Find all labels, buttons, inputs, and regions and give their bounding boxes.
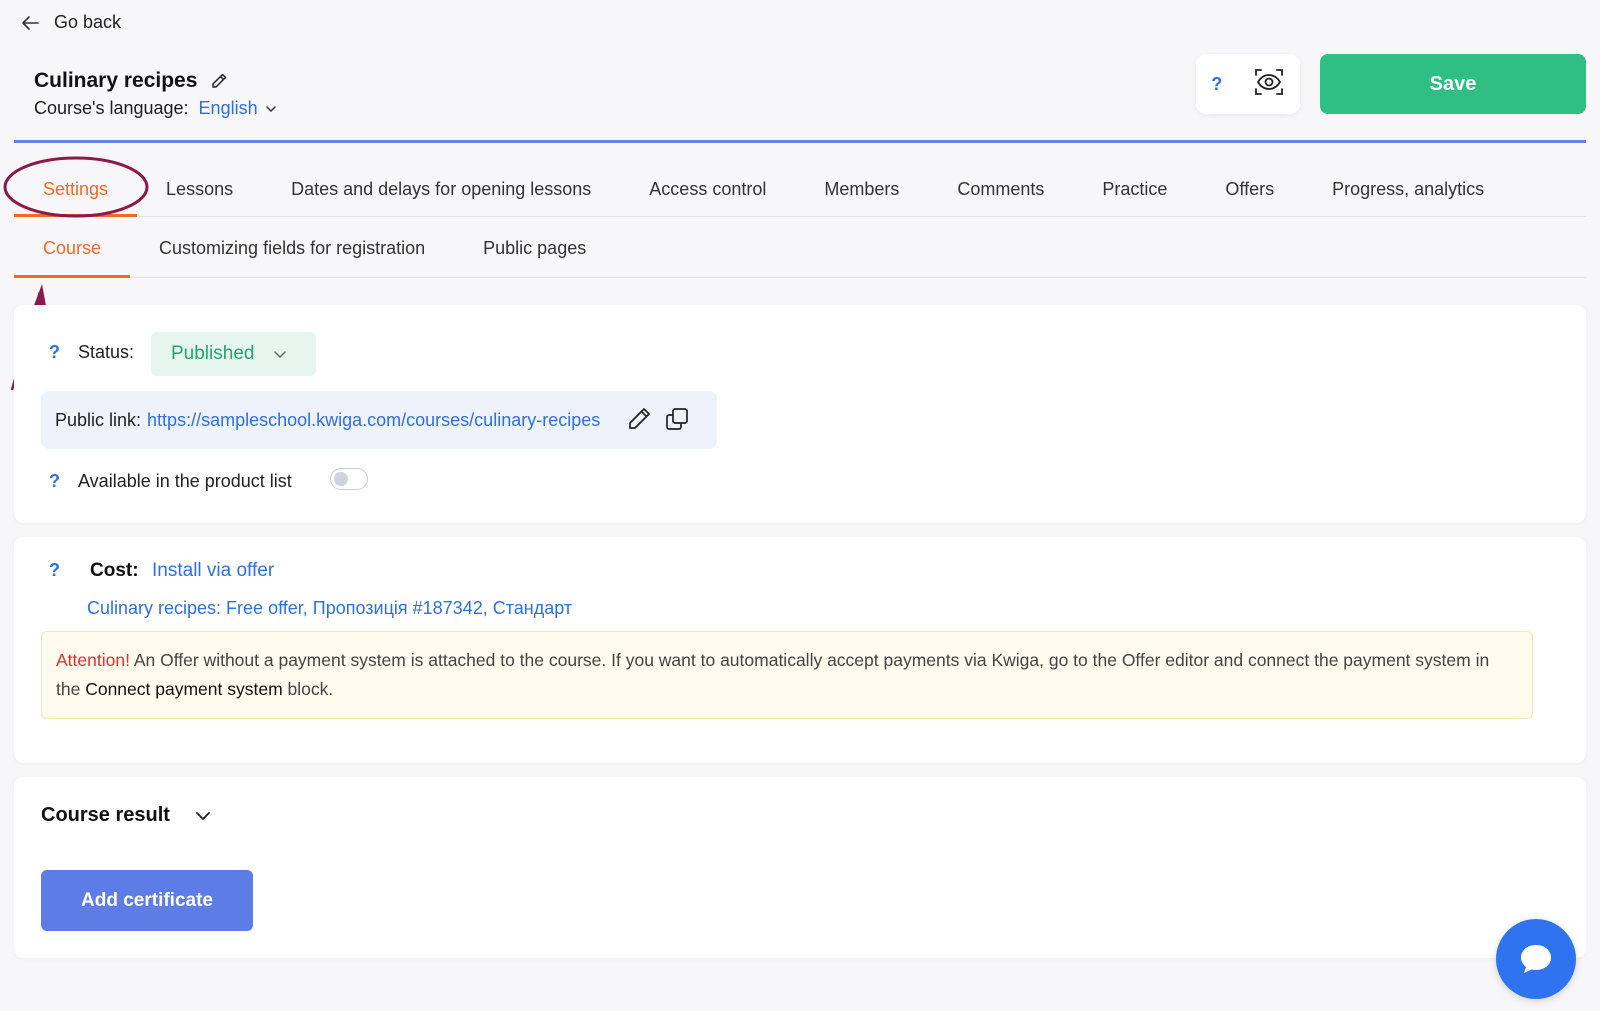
- add-certificate-button[interactable]: Add certificate: [41, 870, 253, 931]
- tab-practice[interactable]: Practice: [1073, 165, 1196, 217]
- toggle-knob: [334, 472, 348, 486]
- chevron-down-icon: [274, 351, 287, 359]
- warning-suffix: block.: [282, 679, 334, 699]
- public-link-label: Public link:: [55, 409, 142, 430]
- edit-link-icon[interactable]: [625, 405, 653, 433]
- page-title: Culinary recipes: [34, 69, 198, 92]
- main-tabs: Settings Lessons Dates and delays for op…: [14, 165, 1586, 217]
- tab-dates-delays[interactable]: Dates and delays for opening lessons: [262, 165, 620, 217]
- status-label: Status:: [78, 342, 135, 362]
- chevron-down-icon: [196, 811, 210, 820]
- go-back-link[interactable]: Go back: [20, 12, 121, 33]
- chat-widget-button[interactable]: [1496, 919, 1576, 999]
- eye-icon: [1254, 68, 1283, 95]
- available-label: Available in the product list: [78, 471, 292, 491]
- go-back-label: Go back: [54, 12, 122, 32]
- available-toggle[interactable]: [330, 468, 368, 490]
- copy-link-icon[interactable]: [663, 405, 691, 433]
- header-divider: [14, 140, 1586, 143]
- tab-members[interactable]: Members: [795, 165, 928, 217]
- install-via-offer-link[interactable]: Install via offer: [152, 560, 274, 582]
- public-link-url[interactable]: https://sampleschool.kwiga.com/courses/c…: [147, 410, 600, 431]
- status-help-icon[interactable]: ?: [49, 342, 60, 363]
- tab-progress-analytics[interactable]: Progress, analytics: [1303, 165, 1513, 217]
- status-card: ? Status: Published Public link: https:/…: [14, 305, 1586, 523]
- chevron-down-icon: [265, 105, 276, 112]
- cost-card: ? Cost: Install via offer Culinary recip…: [14, 537, 1586, 763]
- tab-lessons[interactable]: Lessons: [137, 165, 262, 217]
- cost-help-icon[interactable]: ?: [49, 560, 60, 581]
- language-select[interactable]: English: [199, 98, 278, 119]
- course-language-row: Course's language: English: [34, 98, 278, 119]
- tab-offers[interactable]: Offers: [1196, 165, 1303, 217]
- language-value: English: [198, 98, 258, 118]
- subtab-course[interactable]: Course: [14, 230, 131, 278]
- chat-bubble-icon: [1521, 945, 1551, 973]
- subtab-registration-fields[interactable]: Customizing fields for registration: [130, 230, 454, 278]
- header-tools: ?: [1196, 54, 1300, 114]
- course-result-toggle[interactable]: Course result: [41, 804, 212, 827]
- warning-prefix: Attention!: [56, 650, 130, 670]
- course-result-title: Course result: [41, 804, 170, 826]
- tab-comments[interactable]: Comments: [928, 165, 1073, 217]
- cost-label: Cost:: [90, 560, 139, 581]
- help-button[interactable]: ?: [1211, 74, 1222, 95]
- warning-bold-text: Connect payment system: [85, 679, 283, 699]
- save-button[interactable]: Save: [1320, 54, 1586, 114]
- settings-subtabs: Course Customizing fields for registrati…: [14, 230, 1586, 278]
- subtab-public-pages[interactable]: Public pages: [454, 230, 615, 278]
- course-result-card: Course result Add certificate: [14, 777, 1586, 958]
- available-help-icon[interactable]: ?: [49, 471, 60, 492]
- language-label: Course's language:: [34, 98, 189, 118]
- payment-warning: Attention! An Offer without a payment sy…: [41, 631, 1533, 719]
- tab-access-control[interactable]: Access control: [620, 165, 795, 217]
- offer-link[interactable]: Culinary recipes: Free offer, Пропозиція…: [87, 598, 572, 619]
- course-title-row: Culinary recipes: [34, 69, 229, 93]
- preview-button[interactable]: [1253, 66, 1285, 103]
- edit-title-icon[interactable]: [209, 71, 229, 91]
- tab-settings[interactable]: Settings: [14, 165, 138, 217]
- arrow-left-icon: [22, 15, 39, 30]
- status-value: Published: [171, 343, 255, 364]
- public-link-box: Public link: https://sampleschool.kwiga.…: [41, 391, 717, 449]
- status-select[interactable]: Published: [151, 332, 316, 376]
